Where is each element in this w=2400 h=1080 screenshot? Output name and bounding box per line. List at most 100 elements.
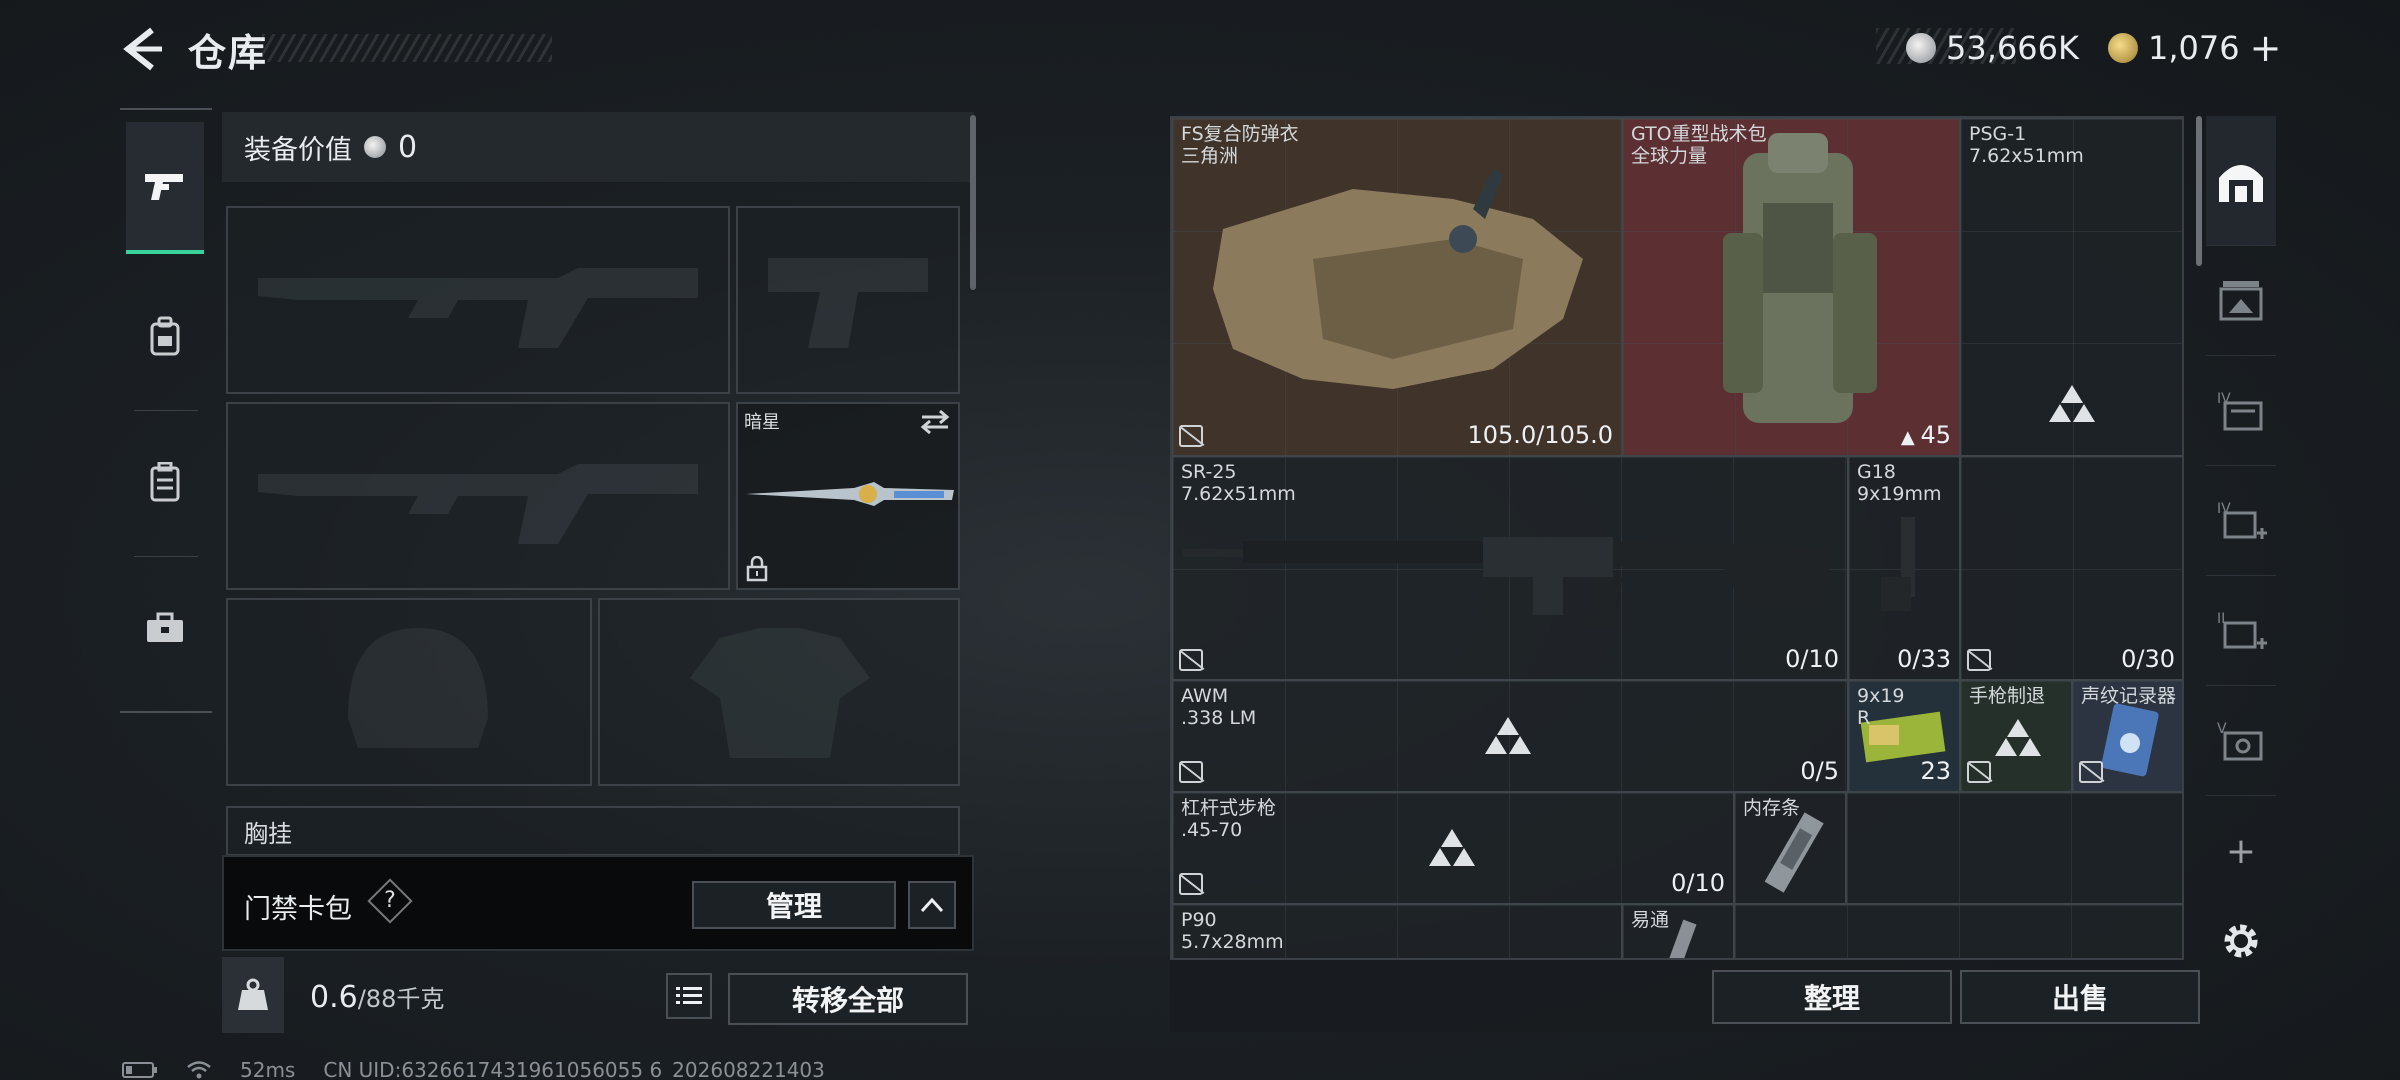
inventory-item-ammo-9x19[interactable]: 9x19 R 23 xyxy=(1848,680,1960,792)
ammo-count: 0/33 xyxy=(1897,645,1951,673)
backpack-icon xyxy=(150,316,180,356)
warehouse-icon xyxy=(2219,164,2263,202)
inventory-item-ram[interactable]: 内存条 xyxy=(1734,792,1846,904)
melee-slot[interactable]: 暗星 xyxy=(736,402,960,590)
primary-weapon-slot-1[interactable] xyxy=(226,206,730,394)
item-name: P90 5.7x28mm xyxy=(1181,909,1284,953)
inventory-item-lever-rifle[interactable]: 杠杆式步枪 .45-70 0/10 xyxy=(1172,792,1734,904)
battery-icon xyxy=(122,1062,157,1078)
equipment-scrollbar[interactable] xyxy=(970,115,976,290)
silver-coin-icon xyxy=(364,136,386,158)
no-insure-icon xyxy=(1179,873,1203,895)
item-name: SR-25 7.62x51mm xyxy=(1181,461,1296,505)
swap-icon[interactable] xyxy=(920,410,950,434)
ammo-count: 0/10 xyxy=(1785,645,1839,673)
chest-rig-label: 胸挂 xyxy=(244,820,292,848)
help-icon[interactable]: ? xyxy=(374,885,406,917)
chest-rig-slot[interactable]: 胸挂 xyxy=(226,806,960,856)
list-icon xyxy=(676,987,702,1004)
status-bar: 52ms CN UID:6326617431961056055 6_202608… xyxy=(122,1058,825,1080)
sell-button[interactable]: 出售 xyxy=(1960,970,2200,1024)
tab-vest[interactable] xyxy=(126,416,204,548)
gold-currency[interactable]: 1,076 + xyxy=(2108,26,2281,70)
item-name: 手枪制退 xyxy=(1969,685,2046,707)
rifle-silhouette-icon xyxy=(258,464,698,544)
inventory-item-awm[interactable]: AWM .338 LM 0/5 xyxy=(1172,680,1848,792)
no-insure-icon xyxy=(1967,761,1991,783)
inventory-item-voice-recorder[interactable]: 声纹记录器 xyxy=(2072,680,2182,792)
ammo-count: 0/30 xyxy=(2121,645,2175,673)
ammo-count: 0/5 xyxy=(1800,757,1839,785)
weight-readout: 0.6/88千克 xyxy=(310,979,444,1015)
rail-storage-1[interactable] xyxy=(2206,246,2276,356)
settings-button[interactable] xyxy=(2206,886,2276,996)
ammo-count: 0/10 xyxy=(1671,869,1725,897)
transfer-all-button[interactable]: 转移全部 xyxy=(728,973,968,1025)
rifle-silhouette-icon xyxy=(258,268,698,348)
knife-icon xyxy=(746,482,954,506)
page-title: 仓库 xyxy=(188,31,269,75)
inventory-item-backpack[interactable]: GTO重型战术包 全球力量 ▲ 45 xyxy=(1622,118,1960,456)
durability: 105.0/105.0 xyxy=(1467,421,1614,449)
helmet-slot[interactable] xyxy=(226,598,592,786)
sort-button[interactable]: 整理 xyxy=(1712,970,1952,1024)
wifi-icon xyxy=(187,1061,211,1079)
item-name: FS复合防弹衣 三角洲 xyxy=(1181,123,1299,167)
body-armor-slot[interactable] xyxy=(598,598,960,786)
expand-button[interactable] xyxy=(908,881,956,929)
manage-button[interactable]: 管理 xyxy=(692,881,896,929)
inventory-item-muzzle[interactable]: 手枪制退 xyxy=(1960,680,2072,792)
inventory-empty-cell[interactable] xyxy=(1846,792,2182,904)
inventory-grid: FS复合防弹衣 三角洲 105.0/105.0 GTO重型战术包 全球力量 ▲ 45… xyxy=(1170,116,2184,960)
add-gold-button[interactable]: + xyxy=(2250,26,2282,70)
tab-weapons[interactable] xyxy=(126,122,204,254)
gold-amount: 1,076 xyxy=(2148,29,2240,67)
inventory-item-psg1[interactable]: PSG-1 7.62x51mm xyxy=(1960,118,2182,456)
pistol-icon xyxy=(145,174,183,200)
list-view-button[interactable] xyxy=(666,973,712,1019)
memory-stick-icon xyxy=(1764,812,1824,893)
tactical-backpack-icon xyxy=(1723,133,1877,423)
primary-weapon-slot-2[interactable] xyxy=(226,402,730,590)
vest-icon xyxy=(150,462,180,502)
inventory-action-bar: 整理 出售 xyxy=(1170,960,2200,1032)
inventory-item-misc[interactable]: 易通 xyxy=(1622,904,1734,958)
rifle-icon xyxy=(1183,537,1833,627)
access-card-bar: 门禁卡包 ? 管理 xyxy=(222,855,974,951)
item-name: 声纹记录器 xyxy=(2081,685,2177,707)
tab-backpack[interactable] xyxy=(126,270,204,402)
item-name: AWM .338 LM xyxy=(1181,685,1257,729)
helmet-silhouette-icon xyxy=(348,628,488,748)
inventory-item-p90[interactable]: P90 5.7x28mm xyxy=(1172,904,1622,958)
item-name: 易通 xyxy=(1631,909,1670,931)
placeholder-logo-icon xyxy=(1485,717,1531,755)
armor-silhouette-icon xyxy=(690,628,870,758)
inventory-empty-cell[interactable] xyxy=(1734,904,2182,958)
inventory-item-sr25[interactable]: SR-25 7.62x51mm 0/10 xyxy=(1172,456,1848,680)
weight-current: 0.6 xyxy=(310,980,358,1015)
inventory-item-magazine[interactable]: 0/30 xyxy=(1960,456,2182,680)
inventory-scrollbar[interactable] xyxy=(2196,116,2202,266)
storage-rail: IV IV II V + xyxy=(2206,116,2276,1000)
pistol-slot[interactable] xyxy=(736,206,960,394)
rail-storage-4[interactable]: IV xyxy=(2206,356,2276,466)
back-arrow-icon[interactable] xyxy=(118,26,164,72)
chevron-up-icon xyxy=(920,897,944,913)
equipment-sidebar xyxy=(120,108,212,713)
no-insure-icon xyxy=(2079,761,2103,783)
tab-case[interactable] xyxy=(126,562,204,694)
rail-storage-add-4[interactable]: IV xyxy=(2206,466,2276,576)
silver-amount: 53,666K xyxy=(1946,29,2079,67)
item-name: 9x19 R xyxy=(1857,685,1905,729)
inventory-item-armor[interactable]: FS复合防弹衣 三角洲 105.0/105.0 xyxy=(1172,118,1622,456)
rail-storage-main[interactable] xyxy=(2206,116,2276,246)
rail-storage-5[interactable]: V xyxy=(2206,686,2276,796)
ammo-count: 23 xyxy=(1920,757,1951,785)
inventory-item-g18[interactable]: G18 9x19mm 0/33 xyxy=(1848,456,1960,680)
silver-coin-icon xyxy=(1906,33,1936,63)
rail-storage-add-2[interactable]: II xyxy=(2206,576,2276,686)
stash-icon: IV xyxy=(2217,391,2263,430)
recorder-icon xyxy=(2101,703,2159,777)
ping-readout: 52ms xyxy=(240,1058,296,1080)
placeholder-logo-icon xyxy=(1429,829,1475,867)
